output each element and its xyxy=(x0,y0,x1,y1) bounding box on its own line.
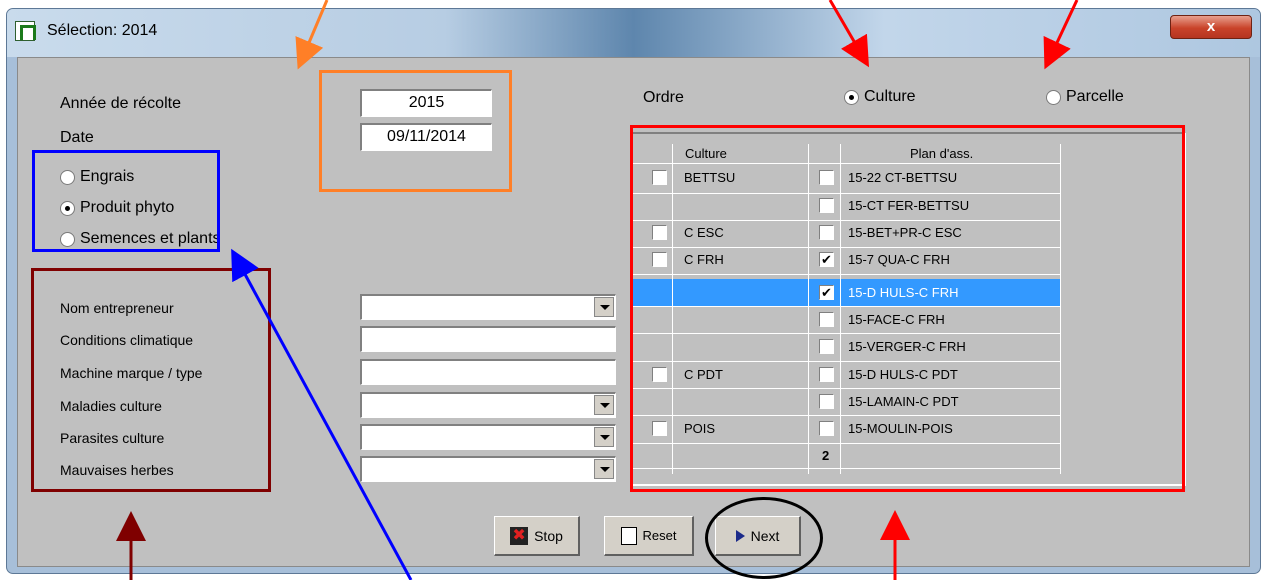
chevron-down-icon[interactable] xyxy=(594,427,614,447)
annotation-box-red xyxy=(630,125,1185,492)
chevron-down-icon[interactable] xyxy=(594,297,614,317)
annotation-box-darkred xyxy=(31,268,271,492)
radio-order-parcelle[interactable] xyxy=(1046,90,1061,105)
reset-icon xyxy=(620,526,637,545)
nom-entrepreneur-dropdown[interactable] xyxy=(360,294,616,320)
annotation-box-orange xyxy=(319,70,512,192)
date-label: Date xyxy=(60,129,94,146)
radio-order-parcelle-label: Parcelle xyxy=(1066,88,1124,105)
chevron-down-icon[interactable] xyxy=(594,459,614,479)
reset-button-label: Reset xyxy=(642,528,677,543)
app-icon xyxy=(15,21,36,41)
conditions-climatique-input[interactable] xyxy=(360,326,616,352)
stop-button-label: Stop xyxy=(534,527,563,544)
radio-order-culture[interactable] xyxy=(844,90,859,105)
title-bar: Sélection: 2014 x xyxy=(7,9,1260,57)
annotation-circle-next xyxy=(705,497,823,579)
parasites-dropdown[interactable] xyxy=(360,424,616,450)
harvest-year-label: Année de récolte xyxy=(60,95,181,112)
reset-button[interactable]: Reset xyxy=(604,516,694,556)
radio-order-culture-label: Culture xyxy=(864,88,916,105)
mauvaises-herbes-dropdown[interactable] xyxy=(360,456,616,482)
order-label: Ordre xyxy=(643,89,684,106)
stop-icon: ✖ xyxy=(510,526,529,545)
window-title: Sélection: 2014 xyxy=(47,22,158,39)
stop-button[interactable]: ✖ Stop xyxy=(494,516,580,556)
annotation-box-blue xyxy=(32,150,220,252)
maladies-dropdown[interactable] xyxy=(360,392,616,418)
chevron-down-icon[interactable] xyxy=(594,395,614,415)
close-button[interactable]: x xyxy=(1170,15,1252,39)
machine-input[interactable] xyxy=(360,359,616,385)
